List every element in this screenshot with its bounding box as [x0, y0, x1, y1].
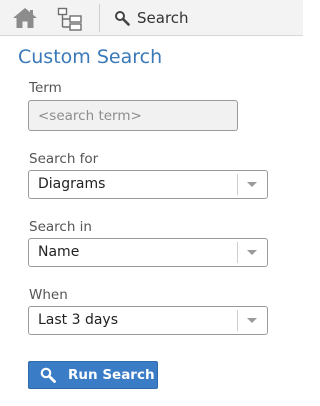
tree-view-icon[interactable] — [57, 7, 83, 31]
search-in-label: Search in — [29, 219, 92, 235]
when-value: Last 3 days — [38, 312, 119, 328]
search-for-value: Diagrams — [38, 176, 106, 192]
search-tab-label: Search — [137, 9, 189, 27]
search-for-label: Search for — [29, 151, 99, 167]
chevron-down-icon[interactable] — [247, 182, 257, 187]
term-label: Term — [29, 80, 62, 96]
home-icon[interactable] — [12, 7, 38, 29]
toolbar-separator — [99, 4, 100, 32]
chevron-down-icon[interactable] — [247, 318, 257, 323]
search-tab[interactable]: Search — [114, 7, 189, 29]
magnifier-icon — [40, 367, 56, 383]
term-input[interactable] — [28, 100, 238, 131]
search-for-select[interactable]: Diagrams — [28, 170, 268, 199]
when-select[interactable]: Last 3 days — [28, 306, 268, 335]
search-in-value: Name — [38, 244, 80, 260]
toolbar: Search — [0, 0, 303, 36]
magnifier-icon — [115, 11, 130, 26]
chevron-down-icon[interactable] — [247, 250, 257, 255]
search-in-select[interactable]: Name — [28, 238, 268, 267]
page-title: Custom Search — [18, 46, 163, 68]
select-divider — [237, 242, 238, 263]
select-divider — [237, 174, 238, 195]
run-search-button[interactable]: Run Search — [28, 361, 158, 389]
when-label: When — [29, 287, 68, 303]
run-search-label: Run Search — [68, 367, 155, 383]
select-divider — [237, 310, 238, 331]
